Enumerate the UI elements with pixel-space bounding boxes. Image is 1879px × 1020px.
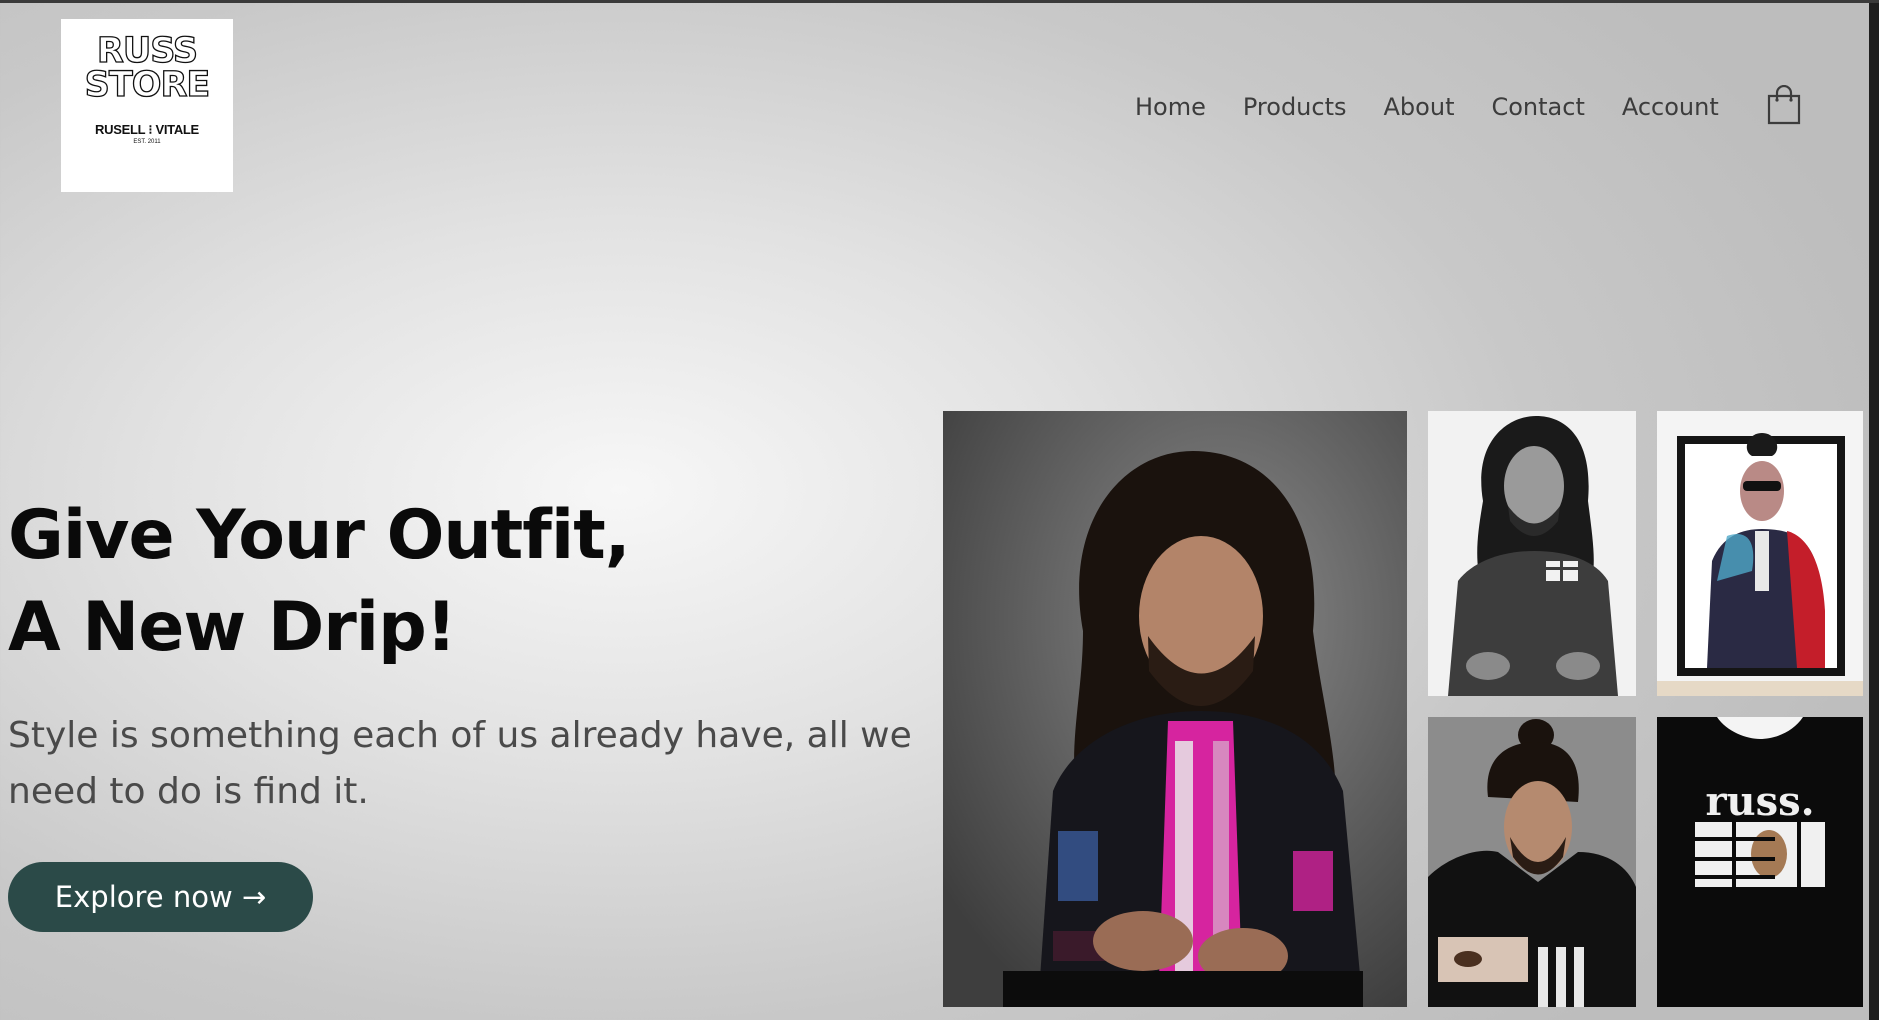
gallery-photo-framed-print <box>1657 411 1863 696</box>
gallery-photo-bw-portrait <box>1428 411 1636 696</box>
nav-products[interactable]: Products <box>1243 93 1347 121</box>
hero-main-photo <box>943 411 1407 1007</box>
logo-subtitle: RUSELL ⁝ VITALE <box>95 122 199 137</box>
gallery-photo-hoodie <box>1428 717 1636 1007</box>
window-edge <box>1869 3 1879 1020</box>
logo[interactable]: RUSS STORE RUSELL ⁝ VITALE EST. 2011 <box>61 19 233 192</box>
nav-contact[interactable]: Contact <box>1491 93 1584 121</box>
logo-title: RUSS STORE <box>84 31 211 105</box>
gallery-photo-tshirt: russ. <box>1657 717 1863 1007</box>
main-nav: Home Products About Contact Account <box>1135 93 1756 121</box>
tshirt-print-text: russ. <box>1705 778 1814 825</box>
nav-home[interactable]: Home <box>1135 93 1206 121</box>
shopping-bag-icon[interactable] <box>1767 84 1801 125</box>
logo-est: EST. 2011 <box>133 139 161 145</box>
nav-about[interactable]: About <box>1384 93 1455 121</box>
explore-now-button[interactable]: Explore now → <box>8 862 313 932</box>
hero-tagline: Style is something each of us already ha… <box>8 715 912 812</box>
hero-headline: Give Your Outfit, A New Drip! <box>8 496 631 667</box>
nav-account[interactable]: Account <box>1622 93 1719 121</box>
